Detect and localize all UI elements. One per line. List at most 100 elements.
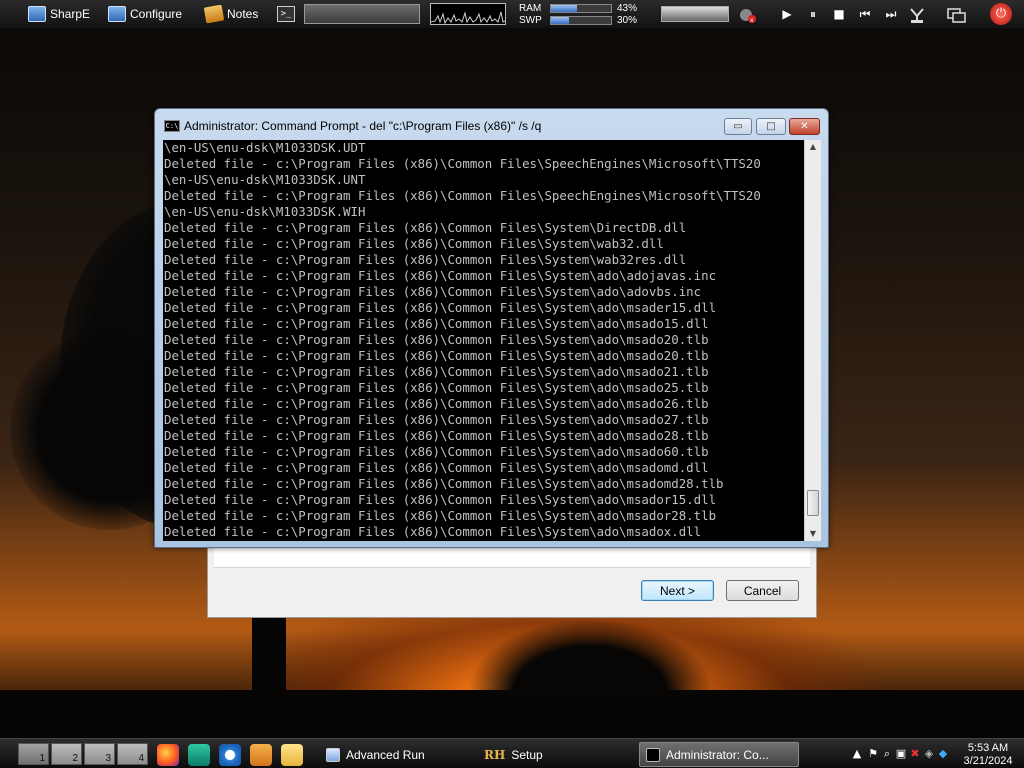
volume-slider[interactable]: [661, 6, 729, 22]
scroll-up-icon[interactable]: ▲: [805, 140, 821, 154]
console-line: Deleted file - c:\Program Files (x86)\Co…: [164, 332, 709, 347]
volume-muted-icon[interactable]: ✖: [909, 747, 921, 760]
svg-text:x: x: [750, 17, 754, 24]
console-line: Deleted file - c:\Program Files (x86)\Co…: [164, 220, 687, 235]
task-setup-label: Setup: [511, 747, 543, 762]
cpu-graph-line: [431, 11, 505, 24]
swap-label: SWP: [519, 15, 542, 26]
workspace-4[interactable]: 4: [117, 743, 148, 765]
vertical-scrollbar[interactable]: ▲ ▼: [804, 140, 821, 541]
maximize-icon: □: [766, 121, 776, 132]
command-prompt-window: C:\ Administrator: Command Prompt - del …: [154, 108, 829, 548]
window-titlebar[interactable]: C:\ Administrator: Command Prompt - del …: [155, 109, 828, 139]
launcher-notes-label: Notes: [227, 7, 259, 21]
console-line: Deleted file - c:\Program Files (x86)\Co…: [164, 476, 724, 491]
console-line: Deleted file - c:\Program Files (x86)\Co…: [164, 492, 717, 507]
launcher-sharpe-label: SharpE: [50, 7, 91, 21]
top-panel: SharpE Configure Notes >_ RAM 43% SWP 30…: [0, 0, 1024, 28]
monitor-icon: [28, 6, 46, 22]
console-line: Deleted file - c:\Program Files (x86)\Co…: [164, 316, 709, 331]
task-input-field[interactable]: [304, 4, 420, 24]
console-line: Deleted file - c:\Program Files (x86)\Co…: [164, 364, 709, 379]
sharpapp-icon[interactable]: [188, 744, 210, 766]
next-button[interactable]: Next >: [641, 580, 714, 601]
taskbar-clock[interactable]: 5:53 AM 3/21/2024: [952, 742, 1024, 768]
close-icon: ✕: [800, 121, 809, 132]
console-line: Deleted file - c:\Program Files (x86)\Co…: [164, 284, 702, 299]
next-track-button[interactable]: ⏭: [882, 6, 900, 22]
console-line: Deleted file - c:\Program Files (x86)\Co…: [164, 236, 664, 251]
console-line: Deleted file - c:\Program Files (x86)\Co…: [164, 188, 761, 203]
console-line: Deleted file - c:\Program Files (x86)\Co…: [164, 268, 717, 283]
console-line: Deleted file - c:\Program Files (x86)\Co…: [164, 300, 717, 315]
terminal-icon: >_: [277, 6, 295, 22]
task-setup[interactable]: RH Setup: [478, 742, 630, 767]
ram-percent: 43%: [617, 3, 638, 14]
console-line: Deleted file - c:\Program Files (x86)\Co…: [164, 396, 709, 411]
console-line: Deleted file - c:\Program Files (x86)\Co…: [164, 412, 709, 427]
power-button[interactable]: ⏻: [990, 3, 1012, 25]
ram-meter-fill: [551, 5, 577, 12]
command-prompt-icon: [646, 747, 660, 762]
launcher-notes[interactable]: Notes: [203, 3, 259, 25]
console-line: Deleted file - c:\Program Files (x86)\Co…: [164, 156, 761, 171]
console-line: Deleted file - c:\Program Files (x86)\Co…: [164, 508, 717, 523]
task-advanced-run[interactable]: Advanced Run: [320, 742, 472, 767]
console-line: Deleted file - c:\Program Files (x86)\Co…: [164, 252, 687, 267]
firefox-icon[interactable]: [157, 744, 179, 766]
close-button[interactable]: ✕: [789, 118, 820, 135]
scroll-down-icon[interactable]: ▼: [805, 527, 821, 541]
swap-meter-fill: [551, 17, 569, 24]
play-button[interactable]: ▶: [778, 6, 796, 22]
stop-button[interactable]: ■: [830, 6, 848, 22]
console-line: Deleted file - c:\Program Files (x86)\Co…: [164, 524, 702, 539]
terminal-launcher[interactable]: >_: [277, 3, 295, 25]
console-output[interactable]: \en-US\enu-dsk\M1033DSK.UDT Deleted file …: [163, 140, 804, 541]
cancel-button[interactable]: Cancel: [726, 580, 799, 601]
console-line: \en-US\enu-dsk\M1033DSK.UNT: [164, 172, 366, 187]
internet-explorer-icon[interactable]: [219, 744, 241, 766]
wallpaper-brush: [470, 620, 710, 700]
network-icon[interactable]: [908, 6, 926, 23]
swap-meter: [550, 16, 612, 25]
windows-switcher-icon[interactable]: [946, 6, 968, 23]
ram-meter: [550, 4, 612, 13]
notes-icon: [203, 4, 225, 24]
flag-icon[interactable]: ⚑: [867, 747, 879, 760]
advanced-run-icon: [326, 747, 340, 762]
media-player-icon[interactable]: [250, 744, 272, 766]
task-command-prompt[interactable]: Administrator: Co...: [639, 742, 799, 767]
workspace-1[interactable]: 1: [18, 743, 49, 765]
previous-button[interactable]: ⏮: [856, 6, 874, 22]
window-title: Administrator: Command Prompt - del "c:\…: [184, 119, 542, 133]
ram-label: RAM: [519, 3, 542, 14]
console-line: Deleted file - c:\Program Files (x86)\Co…: [164, 428, 709, 443]
bluetooth-icon[interactable]: ◆: [937, 747, 949, 760]
console-line: Deleted file - c:\Program Files (x86)\Co…: [164, 348, 709, 363]
pause-button[interactable]: ⏸: [804, 6, 822, 22]
maximize-button[interactable]: □: [756, 118, 786, 135]
task-advanced-run-label: Advanced Run: [346, 747, 425, 762]
security-icon[interactable]: ◈: [923, 747, 935, 760]
device-icon[interactable]: ▣: [895, 747, 907, 760]
tray-expand-icon[interactable]: ▲: [851, 747, 863, 760]
console-line: Deleted file - c:\Program Files (x86)\Co…: [164, 460, 709, 475]
launcher-sharpe[interactable]: SharpE: [28, 3, 90, 25]
launcher-configure-label: Configure: [130, 7, 183, 21]
search-icon[interactable]: ⌕: [881, 747, 893, 760]
scrollbar-thumb[interactable]: [807, 490, 819, 516]
launcher-configure[interactable]: Configure: [108, 3, 182, 25]
clock-date: 3/21/2024: [963, 755, 1013, 767]
cpu-graph: [430, 3, 506, 25]
monitor-icon: [108, 6, 126, 22]
workspace-3[interactable]: 3: [84, 743, 115, 765]
mute-icon[interactable]: x: [736, 6, 758, 24]
minimize-button[interactable]: ▭: [724, 118, 752, 135]
workspace-2[interactable]: 2: [51, 743, 82, 765]
file-explorer-icon[interactable]: [281, 744, 303, 766]
console-line: Deleted file - c:\Program Files (x86)\Co…: [164, 380, 709, 395]
console-line: \en-US\enu-dsk\M1033DSK.UDT: [164, 140, 366, 155]
console-line: Deleted file - c:\Program Files (x86)\Co…: [164, 444, 709, 459]
setup-dialog: Next > Cancel: [207, 537, 817, 618]
console-line: \en-US\enu-dsk\M1033DSK.WIH: [164, 204, 366, 219]
